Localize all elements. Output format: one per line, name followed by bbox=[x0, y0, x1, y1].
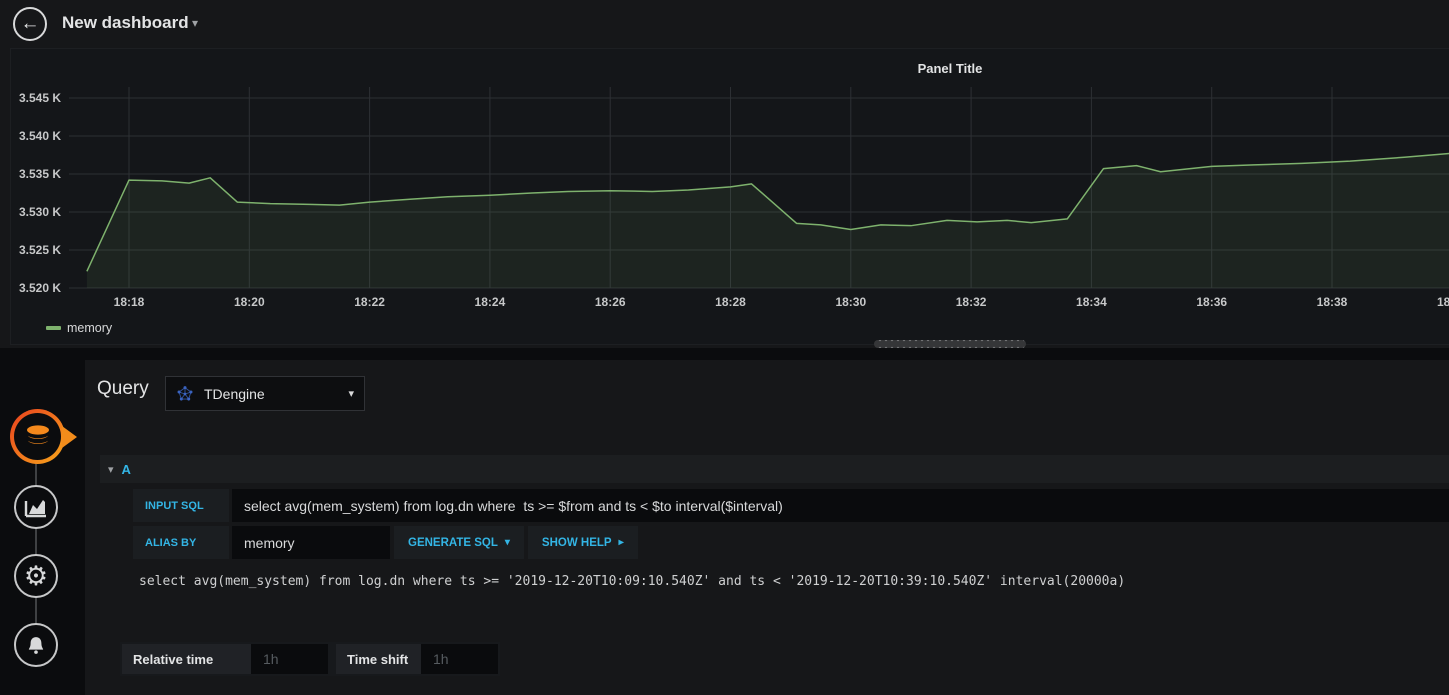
datasource-name: TDengine bbox=[204, 385, 265, 402]
svg-text:18:26: 18:26 bbox=[595, 295, 626, 309]
svg-text:3.545 K: 3.545 K bbox=[19, 91, 61, 105]
show-help-button-label: SHOW HELP bbox=[541, 536, 612, 549]
datasource-caret-down-icon: ▾ bbox=[348, 388, 354, 400]
svg-text:18:18: 18:18 bbox=[114, 295, 145, 309]
alias-by-label: ALIAS BY bbox=[133, 526, 229, 559]
query-ref-id: A bbox=[121, 461, 131, 477]
time-shift-label: Time shift bbox=[336, 644, 421, 674]
legend-label: memory bbox=[67, 321, 113, 335]
collapse-caret-down-icon: ▾ bbox=[108, 463, 114, 476]
svg-text:18:28: 18:28 bbox=[715, 295, 746, 309]
input-sql-label: INPUT SQL bbox=[133, 489, 229, 522]
svg-text:18:34: 18:34 bbox=[1076, 295, 1107, 309]
panel-edit-area: ⚙ Query TDengine ▾ ▾ A INPUT SQL select … bbox=[0, 348, 1449, 695]
time-shift-field[interactable] bbox=[421, 644, 498, 674]
svg-text:18:38: 18:38 bbox=[1317, 295, 1348, 309]
svg-text:18:36: 18:36 bbox=[1196, 295, 1227, 309]
svg-text:3.535 K: 3.535 K bbox=[19, 167, 61, 181]
time-series-chart[interactable]: 3.520 K 3.525 K 3.530 K 3.535 K 3.540 K 3.545… bbox=[11, 79, 1449, 319]
panel-resize-handle[interactable] bbox=[874, 340, 1026, 348]
query-editor-form: INPUT SQL ALIAS BY GENERATE SQL ▾ SHOW H… bbox=[133, 489, 1449, 563]
dashboard-title[interactable]: New dashboard bbox=[62, 13, 189, 33]
relative-time-field[interactable] bbox=[251, 644, 328, 674]
caret-down-icon: ▾ bbox=[504, 537, 510, 548]
tab-alert[interactable] bbox=[14, 623, 58, 667]
panel-title[interactable]: Panel Title bbox=[11, 61, 1449, 76]
graph-icon bbox=[24, 500, 46, 518]
query-section-label: Query bbox=[97, 378, 149, 399]
tdengine-logo-icon bbox=[177, 385, 193, 401]
svg-text:3.525 K: 3.525 K bbox=[19, 243, 61, 257]
caret-right-icon: ▸ bbox=[618, 537, 624, 548]
svg-text:18:20: 18:20 bbox=[234, 295, 265, 309]
time-options-row: Relative time Time shift bbox=[120, 642, 500, 676]
legend-color-swatch bbox=[46, 326, 61, 330]
generate-sql-button-label: GENERATE SQL bbox=[408, 536, 498, 549]
svg-text:18:30: 18:30 bbox=[835, 295, 866, 309]
svg-text:18:32: 18:32 bbox=[956, 295, 987, 309]
datasource-picker[interactable]: TDengine ▾ bbox=[165, 376, 365, 411]
back-arrow-icon: ← bbox=[20, 13, 40, 34]
back-button[interactable]: ← bbox=[13, 7, 47, 41]
database-icon bbox=[25, 424, 50, 445]
legend-item-memory[interactable]: memory bbox=[46, 321, 112, 335]
alias-by-row: ALIAS BY GENERATE SQL ▾ SHOW HELP ▸ bbox=[133, 526, 1449, 559]
input-sql-row: INPUT SQL bbox=[133, 489, 1449, 522]
alias-by-field[interactable] bbox=[232, 526, 390, 559]
svg-text:3.520 K: 3.520 K bbox=[19, 281, 61, 295]
svg-text:18:40: 18:40 bbox=[1437, 295, 1449, 309]
show-help-button[interactable]: SHOW HELP ▸ bbox=[527, 526, 638, 559]
top-navbar: ← New dashboard ▾ bbox=[0, 0, 1449, 48]
gear-icon: ⚙ bbox=[23, 560, 49, 591]
query-row-header-a[interactable]: ▾ A bbox=[100, 455, 1449, 483]
tab-general[interactable]: ⚙ bbox=[14, 554, 58, 598]
generated-sql-preview: select avg(mem_system) from log.dn where… bbox=[139, 573, 1126, 589]
graph-panel: Panel Title 3.520 K 3.525 K 3.530 K 3.535 K… bbox=[10, 48, 1449, 348]
bell-icon bbox=[28, 637, 44, 654]
tab-queries[interactable] bbox=[10, 409, 77, 464]
svg-text:3.540 K: 3.540 K bbox=[19, 129, 61, 143]
input-sql-field[interactable] bbox=[232, 489, 1449, 522]
dashboard-caret-down-icon[interactable]: ▾ bbox=[192, 16, 198, 30]
svg-text:18:22: 18:22 bbox=[354, 295, 385, 309]
relative-time-label: Relative time bbox=[122, 644, 251, 674]
tab-visualization[interactable] bbox=[14, 485, 58, 529]
generate-sql-button[interactable]: GENERATE SQL ▾ bbox=[394, 526, 524, 559]
query-editor-section: Query TDengine ▾ ▾ A INPUT SQL select av… bbox=[85, 360, 1449, 695]
active-tab-pointer bbox=[62, 425, 77, 448]
svg-text:3.530 K: 3.530 K bbox=[19, 205, 61, 219]
svg-text:18:24: 18:24 bbox=[475, 295, 506, 309]
